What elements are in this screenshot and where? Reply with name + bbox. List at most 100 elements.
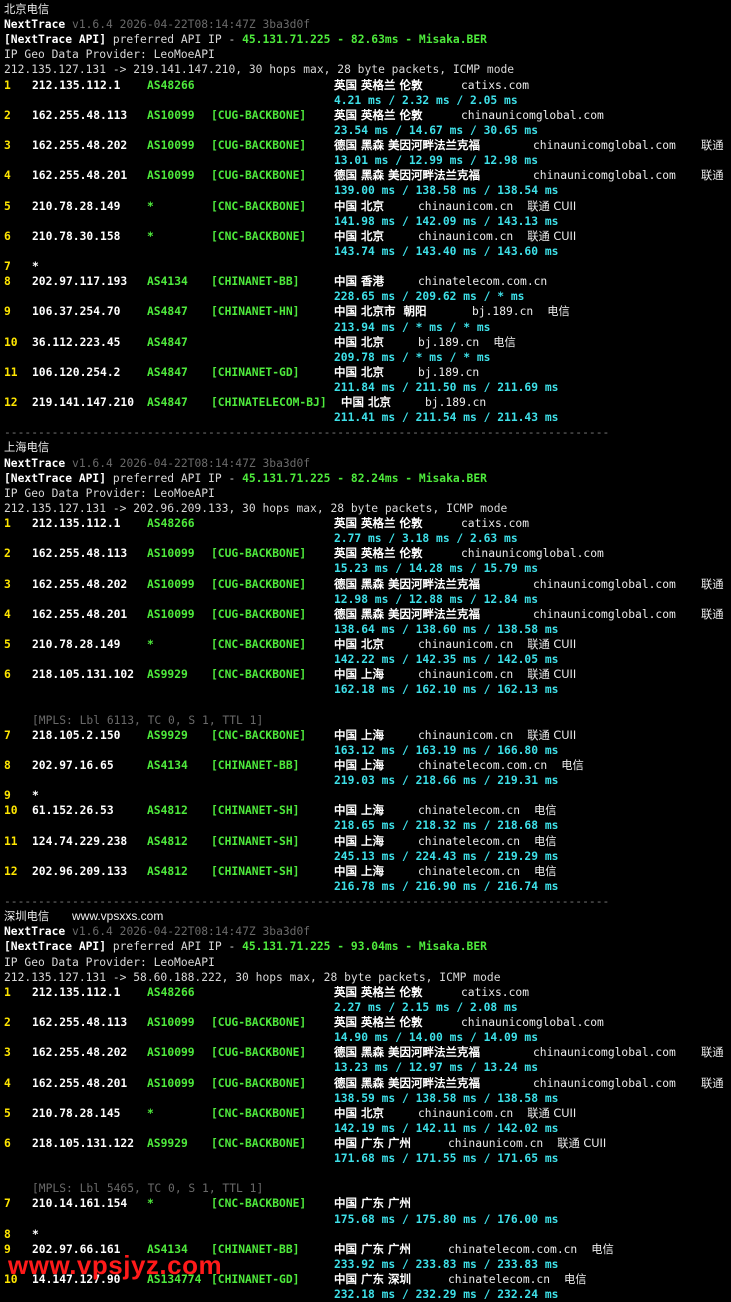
hop-tag: [CNC-BACKBONE] [211,1197,307,1211]
hop-number: 4 [4,169,11,183]
hop-number: 6 [4,229,11,243]
hop-asn: AS48266 [147,985,195,999]
hop-number: 1 [4,78,11,92]
hop-ip: 210.78.28.149 [32,638,121,652]
section-title: 北京电信 [4,2,49,17]
hop-tag: [CHINATELECOM-BJ] [211,396,327,410]
hop-times-text: 23.54 ms / 14.67 ms / 30.65 ms [334,123,539,137]
hop-asn: AS4134 [147,759,188,772]
hop-asn: AS10099 [147,169,195,183]
hop-ip: 162.255.48.202 [32,1046,128,1060]
nexttrace-header: NextTrace v1.6.4 2026-04-22T08:14:47Z 3b… [4,924,310,939]
hop-ip: 219.141.147.210 [32,396,135,410]
app-version: v1.6.4 2026-04-22T08:14:47Z 3ba3d0f [72,18,311,32]
hop-number: 5 [4,1106,11,1120]
hop-asn: AS48266 [147,78,195,92]
hop-times-text: 233.92 ms / 233.83 ms / 233.83 ms [334,1257,559,1271]
hop-isp: 联通 [701,607,724,621]
hop-tag: [CUG-BACKBONE] [211,108,307,122]
hop-geo: 中国 广东 广州 [334,1136,412,1150]
api-text: preferred API IP - [106,33,243,47]
hop-domain: chinaunicomglobal.com [533,577,676,591]
hop-geo: 德国 黑森 美因河畔法兰克福 [334,576,481,591]
hop-times-text: 245.13 ms / 224.43 ms / 219.29 ms [334,849,559,863]
api-node: Misaka.BER [418,940,487,954]
hop-geo: 中国 北京 [334,334,385,349]
hop-domain: bj.189.cn [418,335,480,349]
hop-ip: 106.120.254.2 [32,365,121,379]
hop-ip: 210.14.161.154 [32,1197,128,1211]
hop-asn: AS4134 [147,275,188,289]
api-node: Misaka.BER [418,33,487,47]
hop-times-text: 12.98 ms / 12.88 ms / 12.84 ms [334,592,539,606]
hop-domain: chinatelecom.com.cn [448,1242,578,1256]
hop-times-text: 219.03 ms / 218.66 ms / 219.31 ms [334,774,559,788]
hop-times-text: 13.01 ms / 12.99 ms / 12.98 ms [334,154,539,168]
hop-asn: AS10099 [147,547,195,561]
hop-times-text: 13.23 ms / 12.97 ms / 13.24 ms [334,1061,539,1075]
hop-asn: AS4847 [147,335,188,349]
api-dash: - [330,940,351,954]
hop-geo: 中国 北京 [334,637,385,652]
hop-geo: 中国 香港 [334,274,385,289]
hop-times-text: 2.27 ms / 2.15 ms / 2.08 ms [334,1000,518,1014]
nexttrace-header: NextTrace v1.6.4 2026-04-22T08:14:47Z 3b… [4,17,310,32]
hop-tag: [CUG-BACKBONE] [211,1046,307,1060]
api-text: preferred API IP - [106,471,243,485]
route-text: 212.135.127.131 -> 202.96.209.133, 30 ho… [4,501,508,515]
hop-domain: chinaunicomglobal.com [533,1046,676,1060]
geo-provider-text: IP Geo Data Provider: LeoMoeAPI [4,955,215,969]
hop-domain: chinaunicom.cn [418,638,514,652]
hop-ip: 202.97.16.65 [32,759,114,772]
hop-number: 4 [4,1076,11,1090]
hop-number: 3 [4,139,11,153]
hop-isp: 联通 [701,169,724,183]
hop-domain: catixs.com [461,78,530,92]
hop-ip: 202.97.117.193 [32,275,128,289]
hop-tag: [CNC-BACKBONE] [211,668,307,682]
hop-times-text: 138.64 ms / 138.60 ms / 138.58 ms [334,622,559,636]
hop-ip: * [32,1227,39,1241]
hop-geo: 德国 黑森 美因河畔法兰克福 [334,168,481,183]
hop-domain: chinaunicomglobal.com [533,1076,676,1090]
hop-geo: 中国 上海 [334,833,385,848]
hop-geo: 中国 北京 [334,364,385,379]
hop-number: 11 [4,834,18,848]
hop-isp: 电信 [547,305,570,319]
hop-isp: 联通 [701,139,724,153]
hop-tag: [CNC-BACKBONE] [211,1137,307,1150]
hop-asn: AS10099 [147,1076,195,1090]
hop-ip: 202.96.209.133 [32,864,128,878]
hop-isp: 联通 [701,1076,724,1090]
hop-asn: AS10099 [147,1046,195,1060]
hop-number: 7 [4,728,11,742]
separator: ----------------------------------------… [4,894,609,909]
hop-ip: 210.78.30.158 [32,229,121,243]
hop-ip: 162.255.48.202 [32,577,128,591]
hop-asn: AS10099 [147,607,195,621]
hop-asn: AS10099 [147,108,195,122]
mpls-label: [MPLS: Lbl 5465, TC 0, S 1, TTL 1] [32,1182,264,1196]
hop-geo: 中国 上海 [334,727,385,742]
hop-tag: [CHINANET-BB] [211,275,300,289]
hop-geo: 德国 黑森 美因河畔法兰克福 [334,1075,481,1090]
api-dash: - [398,33,419,47]
hop-isp: 联通 CUII [527,1106,577,1120]
hop-number: 7 [4,260,11,274]
hop-times-text: 228.65 ms / 209.62 ms / * ms [334,290,525,304]
separator: ----------------------------------------… [4,425,609,440]
route-line: 212.135.127.131 -> 202.96.209.133, 30 ho… [4,501,507,516]
app-name: NextTrace [4,18,66,32]
hop-domain: chinaunicom.cn [448,1137,544,1150]
api-node: Misaka.BER [418,471,487,485]
hop-geo: 英国 英格兰 伦敦 [334,77,423,92]
hop-times-text: 143.74 ms / 143.40 ms / 143.60 ms [334,244,559,258]
hop-domain: chinatelecom.cn [418,834,521,848]
hop-tag: [CUG-BACKBONE] [211,607,307,621]
hop-asn: * [147,1106,154,1120]
hop-geo: 中国 北京 [334,1105,385,1120]
hop-geo: 中国 北京 [334,198,385,213]
api-ip: 45.131.71.225 [242,471,331,485]
route-text: 212.135.127.131 -> 58.60.188.222, 30 hop… [4,970,501,984]
hop-tag: [CUG-BACKBONE] [211,547,307,561]
